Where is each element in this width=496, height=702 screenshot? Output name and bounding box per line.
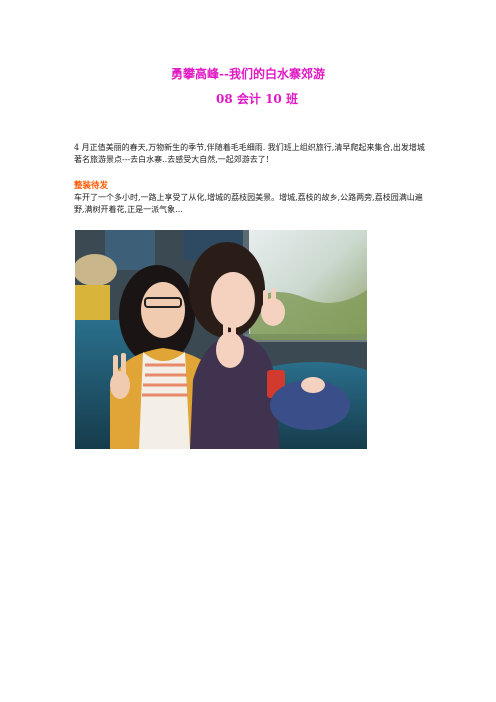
page-subtitle: 08 会计 10 班 [216,92,298,106]
intro-paragraph: 4 月正值美丽的春天,万物新生的季节,伴随着毛毛细雨. 我们班上组织旅行,清早爬… [74,143,425,164]
page-title: 勇攀高峰--我们的白水寨郊游 [171,67,325,81]
section-paragraph: 车开了一个多小时,一路上享受了从化,增城的荔枝园美景。增城,荔枝的故乡,公路两旁… [74,193,423,214]
trip-photo-graphic [75,230,367,449]
trip-photo [75,230,367,449]
section-heading: 整装待发 [74,181,109,191]
